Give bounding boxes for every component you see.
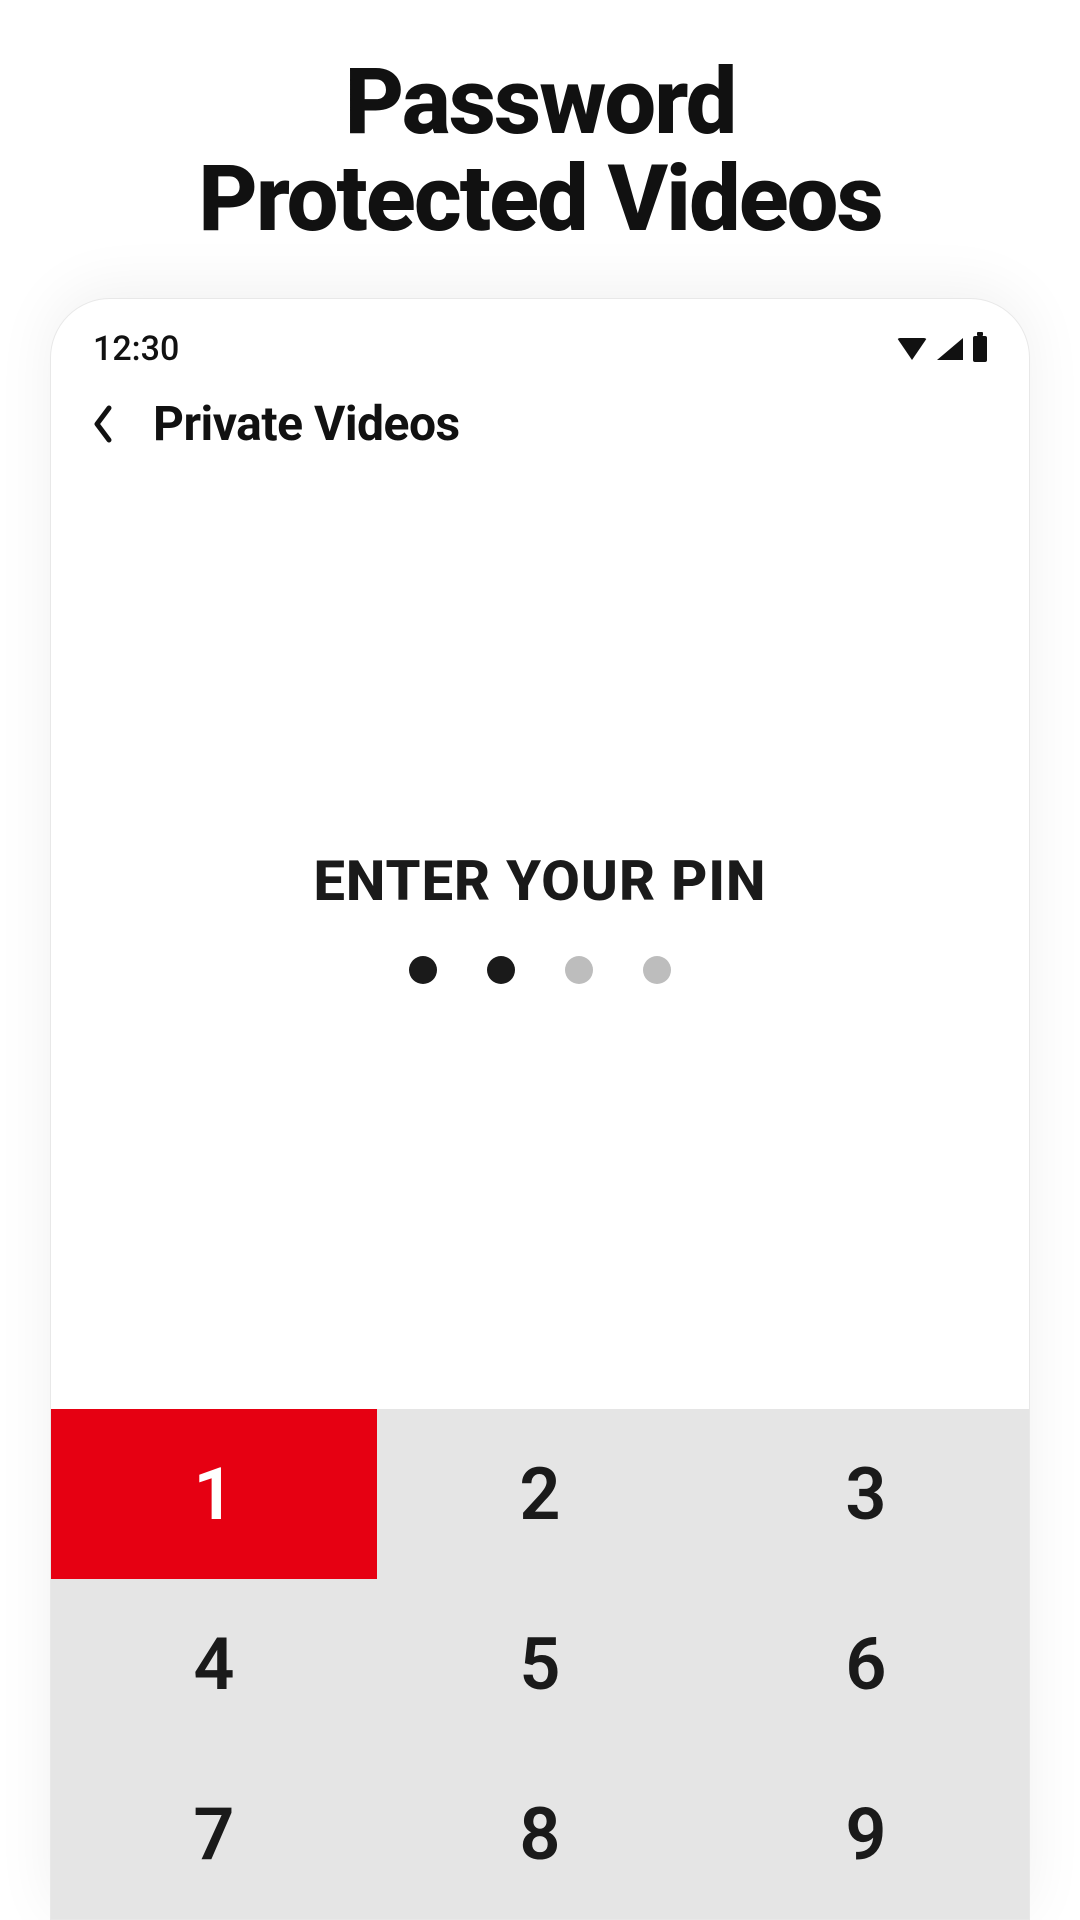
keypad-key-1[interactable]: 1 bbox=[51, 1409, 377, 1579]
keypad-key-4[interactable]: 4 bbox=[51, 1579, 377, 1749]
signal-icon bbox=[937, 338, 963, 360]
pin-dot-1 bbox=[409, 956, 437, 984]
keypad-key-5[interactable]: 5 bbox=[377, 1579, 703, 1749]
keypad: 1 2 3 4 5 6 7 8 9 bbox=[51, 1409, 1029, 1919]
pin-prompt: ENTER YOUR PIN bbox=[313, 848, 766, 914]
status-bar: 12:30 bbox=[51, 299, 1029, 375]
keypad-key-2[interactable]: 2 bbox=[377, 1409, 703, 1579]
keypad-key-6[interactable]: 6 bbox=[703, 1579, 1029, 1749]
wifi-icon bbox=[897, 338, 927, 360]
pin-dot-4 bbox=[643, 956, 671, 984]
app-header: Private Videos bbox=[51, 375, 1029, 462]
marketing-title-line2: Protected Videos bbox=[0, 152, 1080, 249]
status-time: 12:30 bbox=[93, 329, 179, 369]
keypad-key-8[interactable]: 8 bbox=[377, 1749, 703, 1919]
pin-dots bbox=[409, 956, 671, 984]
pin-dot-3 bbox=[565, 956, 593, 984]
back-button[interactable] bbox=[81, 402, 125, 446]
screen-title: Private Videos bbox=[153, 395, 460, 452]
battery-icon bbox=[973, 336, 987, 362]
keypad-key-7[interactable]: 7 bbox=[51, 1749, 377, 1919]
keypad-key-3[interactable]: 3 bbox=[703, 1409, 1029, 1579]
marketing-title-line1: Password bbox=[0, 55, 1080, 152]
marketing-title: Password Protected Videos bbox=[0, 0, 1080, 248]
status-icons bbox=[897, 336, 987, 362]
pin-dot-2 bbox=[487, 956, 515, 984]
chevron-left-icon bbox=[91, 404, 115, 444]
keypad-key-9[interactable]: 9 bbox=[703, 1749, 1029, 1919]
pin-entry-area: ENTER YOUR PIN bbox=[51, 462, 1029, 1409]
phone-frame: 12:30 Private Videos ENTER YOUR PIN 1 2 … bbox=[50, 298, 1030, 1920]
